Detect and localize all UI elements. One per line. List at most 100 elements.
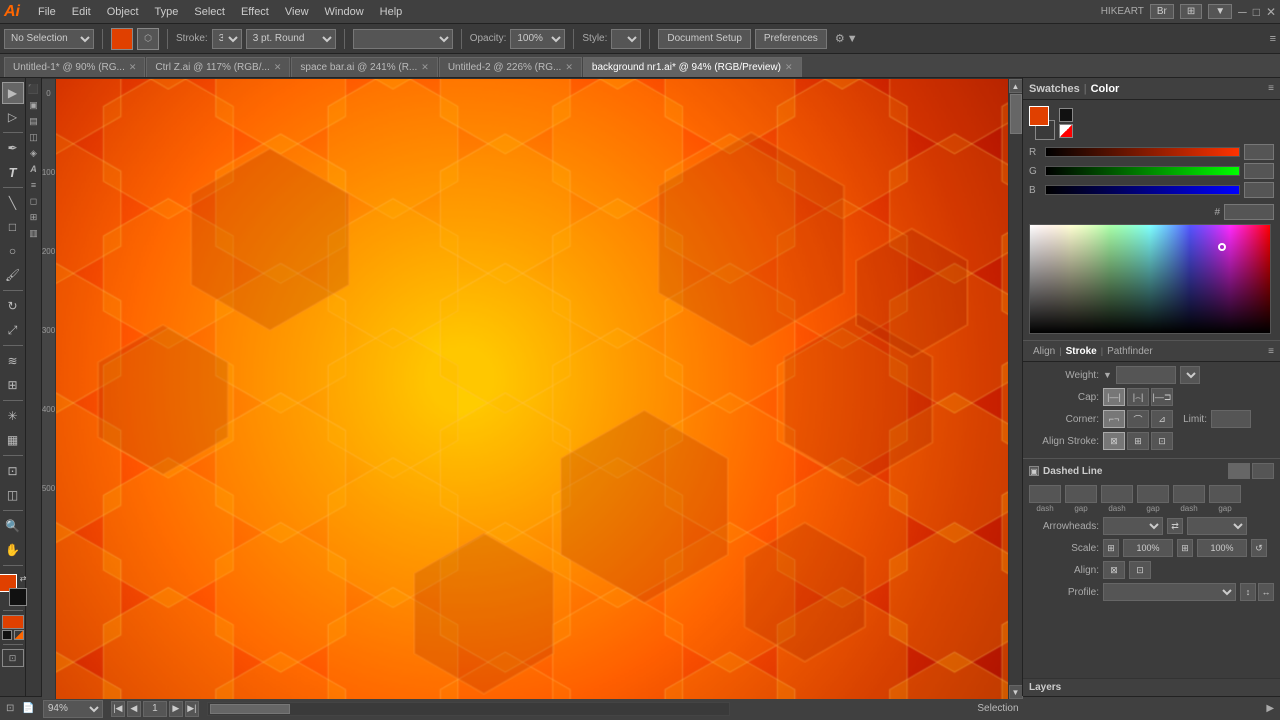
opacity-select[interactable]: 100% xyxy=(510,29,565,49)
transform-icon[interactable]: ⊞ xyxy=(27,210,41,224)
menu-help[interactable]: Help xyxy=(372,4,411,20)
g-input[interactable] xyxy=(1244,163,1274,179)
appearance-icon[interactable]: ◈ xyxy=(27,146,41,160)
tab-close-5[interactable]: ✕ xyxy=(785,62,793,73)
scale1-input[interactable] xyxy=(1123,539,1173,557)
rect-tool[interactable]: □ xyxy=(2,216,24,238)
corner-bevel-btn[interactable]: ⊿ xyxy=(1151,410,1173,428)
pen-tool[interactable]: ✒ xyxy=(2,137,24,159)
color-spectrum[interactable] xyxy=(1029,224,1271,334)
scale2-input[interactable] xyxy=(1197,539,1247,557)
corner-round-btn[interactable]: ⌒ xyxy=(1127,410,1149,428)
scale-flip-btn[interactable]: ↺ xyxy=(1251,539,1267,557)
stroke-tab[interactable]: Stroke xyxy=(1062,346,1101,357)
tab-untitled1[interactable]: Untitled-1* @ 90% (RG... ✕ xyxy=(4,57,145,77)
slice-tool[interactable]: ⊡ xyxy=(2,460,24,482)
stroke-type-select[interactable]: 3 pt. Round xyxy=(246,29,336,49)
color-panel-options[interactable]: ≡ xyxy=(1268,83,1274,94)
scroll-up-btn[interactable]: ▲ xyxy=(1009,79,1023,93)
expand-icon[interactable]: ▼ xyxy=(847,33,858,45)
minimize-button[interactable]: ─ xyxy=(1238,5,1247,19)
scale1-link-btn[interactable]: ⊞ xyxy=(1103,539,1119,557)
tab-close-1[interactable]: ✕ xyxy=(129,62,137,73)
stroke-color[interactable] xyxy=(9,588,27,606)
zoom-select[interactable]: 94% xyxy=(43,700,103,718)
align-outside-btn[interactable]: ⊡ xyxy=(1151,432,1173,450)
gap-input-2[interactable] xyxy=(1137,485,1169,503)
dash-input-1[interactable] xyxy=(1029,485,1061,503)
ellipse-tool[interactable]: ○ xyxy=(2,240,24,262)
tab-ctrlz[interactable]: Ctrl Z.ai @ 117% (RGB/... ✕ xyxy=(146,57,290,77)
hand-tool[interactable]: ✋ xyxy=(2,539,24,561)
dashed-icon-2[interactable] xyxy=(1252,463,1274,479)
page-input[interactable] xyxy=(143,701,167,717)
r-input[interactable] xyxy=(1244,144,1274,160)
variable-select[interactable] xyxy=(353,29,453,49)
tab-close-3[interactable]: ✕ xyxy=(421,62,429,73)
graph-tool[interactable]: ▦ xyxy=(2,429,24,451)
style-select[interactable] xyxy=(611,29,641,49)
color-mode-btn[interactable] xyxy=(2,615,24,629)
profile-select[interactable] xyxy=(1103,583,1236,601)
zoom-tool[interactable]: 🔍 xyxy=(2,515,24,537)
align-tab[interactable]: Align xyxy=(1029,346,1059,357)
selection-tool[interactable]: ▶ xyxy=(2,82,24,104)
direct-selection-tool[interactable]: ▷ xyxy=(2,106,24,128)
align-btn-1[interactable]: ⊠ xyxy=(1103,561,1125,579)
menu-object[interactable]: Object xyxy=(99,4,147,20)
scroll-right-btn[interactable]: ▶ xyxy=(1266,703,1274,714)
arrange-button[interactable]: ⊞ xyxy=(1180,4,1202,19)
symbol-tool[interactable]: ✳ xyxy=(2,405,24,427)
black-swatch[interactable] xyxy=(1059,108,1073,122)
bridge-button[interactable]: Br xyxy=(1150,4,1174,19)
stroke-weight-select[interactable]: 3 xyxy=(212,29,242,49)
b-input[interactable] xyxy=(1244,182,1274,198)
align-btn-2[interactable]: ⊡ xyxy=(1129,561,1151,579)
rotate-tool[interactable]: ↻ xyxy=(2,295,24,317)
restore-button[interactable]: □ xyxy=(1253,5,1260,19)
color-tab[interactable]: Color xyxy=(1091,83,1120,95)
type-tool[interactable]: T xyxy=(2,161,24,183)
panel-toggle-icon[interactable]: ≡ xyxy=(1270,33,1276,45)
weight-unit-select[interactable] xyxy=(1180,366,1200,384)
menu-edit[interactable]: Edit xyxy=(64,4,99,20)
hex-input[interactable] xyxy=(1224,204,1274,220)
canvas-area[interactable] xyxy=(56,79,1008,699)
hscroll-thumb[interactable] xyxy=(210,704,290,714)
tab-close-4[interactable]: ✕ xyxy=(565,62,573,73)
b-slider[interactable] xyxy=(1045,185,1240,195)
arrange-icon[interactable]: ⚙ xyxy=(835,32,845,45)
gap-input-3[interactable] xyxy=(1209,485,1241,503)
brush-tool[interactable]: 🖌 xyxy=(2,264,24,286)
cap-butt-btn[interactable]: |—| xyxy=(1103,388,1125,406)
line-tool[interactable]: ╲ xyxy=(2,192,24,214)
menu-file[interactable]: File xyxy=(30,4,64,20)
arrowhead-swap[interactable]: ⇄ xyxy=(1167,518,1183,534)
menu-view[interactable]: View xyxy=(277,4,317,20)
stroke-panel-icon[interactable]: ▣ xyxy=(27,98,41,112)
fill-color-swatch[interactable] xyxy=(111,28,133,50)
prev-page-btn[interactable]: ◀ xyxy=(127,701,141,717)
scale2-link-btn[interactable]: ⊞ xyxy=(1177,539,1193,557)
workspace-button[interactable]: ▼ xyxy=(1208,4,1232,19)
none-btn[interactable] xyxy=(14,630,24,640)
stroke-swatch[interactable]: ⬡ xyxy=(137,28,159,50)
weight-input[interactable] xyxy=(1116,366,1176,384)
swap-colors-icon[interactable]: ⇄ xyxy=(20,574,27,583)
dashed-toggle[interactable]: ▣ xyxy=(1029,466,1039,476)
weight-decrement[interactable]: ▼ xyxy=(1103,370,1112,380)
layers-icon[interactable]: ▥ xyxy=(27,226,41,240)
none-swatch[interactable] xyxy=(1059,124,1073,138)
gradient-icon[interactable]: ▤ xyxy=(27,114,41,128)
cap-round-btn[interactable]: |⌢| xyxy=(1127,388,1149,406)
horizontal-scrollbar[interactable] xyxy=(207,702,730,716)
eraser-tool[interactable]: ◫ xyxy=(2,484,24,506)
swatches-tab[interactable]: Swatches xyxy=(1029,83,1080,95)
menu-select[interactable]: Select xyxy=(186,4,233,20)
arrowhead-end-select[interactable] xyxy=(1187,517,1247,535)
stroke-panel-options[interactable]: ≡ xyxy=(1268,346,1274,357)
layers-panel-btn[interactable]: Layers xyxy=(1023,678,1280,696)
align-center-btn[interactable]: ⊠ xyxy=(1103,432,1125,450)
profile-extra-btn[interactable]: ↔ xyxy=(1258,583,1274,601)
character-icon[interactable]: A xyxy=(27,162,41,176)
